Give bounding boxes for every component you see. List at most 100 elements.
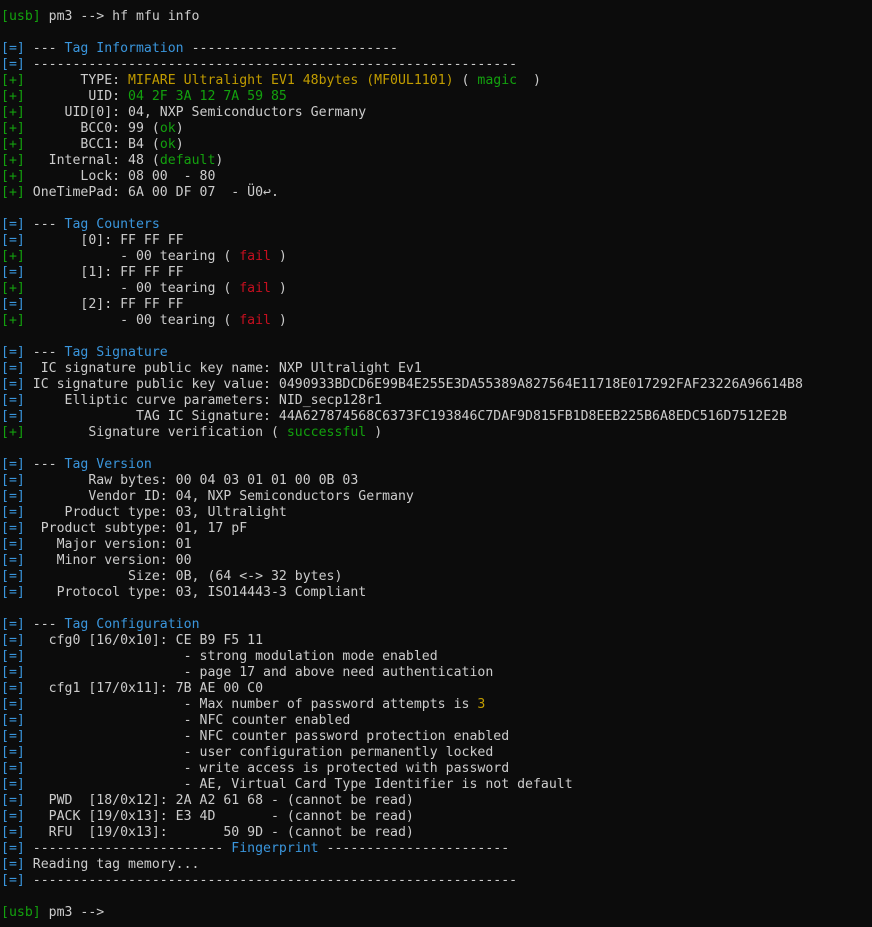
output-line: [=] [0]: FF FF FF (0, 233, 872, 249)
text-segment: - write access is protected with passwor… (24, 761, 510, 776)
text-segment: [=] (1, 473, 25, 488)
text-segment: Tag Signature (64, 345, 168, 360)
text-segment: [=] (1, 393, 25, 408)
text-segment: [+] (1, 425, 25, 440)
output-line: [=] --- Tag Counters (0, 217, 872, 233)
text-segment: [=] (1, 569, 25, 584)
text-segment: [usb] (1, 9, 41, 24)
text-segment: [=] (1, 409, 25, 424)
output-line: [=] Elliptic curve parameters: NID_secp1… (0, 393, 872, 409)
text-segment: Tag Version (64, 457, 152, 472)
text-segment: default (159, 153, 216, 168)
output-line: [=] - Max number of password attempts is… (0, 697, 872, 713)
output-line: [=] Major version: 01 (0, 537, 872, 553)
text-segment: fail (239, 313, 271, 328)
text-segment: [+] (1, 73, 25, 88)
text-segment: [+] (1, 169, 25, 184)
text-segment: - 00 tearing ( (24, 249, 240, 264)
text-segment: [=] (1, 761, 25, 776)
text-segment: - strong modulation mode enabled (24, 649, 438, 664)
text-segment: TAG IC Signature: 44A627874568C6373FC193… (24, 409, 788, 424)
text-segment: TYPE: (24, 73, 129, 88)
output-line: [=] - write access is protected with pas… (0, 761, 872, 777)
text-segment: [=] (1, 793, 25, 808)
output-line: [=] - strong modulation mode enabled (0, 649, 872, 665)
text-segment: IC signature public key value: 0490933BD… (24, 377, 803, 392)
text-segment: Vendor ID: 04, NXP Semiconductors German… (24, 489, 414, 504)
text-segment: pm3 --> (40, 905, 105, 920)
text-segment: Lock: 08 00 - 80 (24, 169, 216, 184)
text-segment: Reading tag memory... (24, 857, 200, 872)
text-segment: [=] (1, 777, 25, 792)
text-segment: [=] (1, 41, 25, 56)
output-line: [=] Size: 0B, (64 <-> 32 bytes) (0, 569, 872, 585)
text-segment: [=] (1, 841, 25, 856)
prompt-line: [usb] pm3 --> (0, 905, 872, 921)
output-line: [=] Reading tag memory... (0, 857, 872, 873)
text-segment: Tag Counters (64, 217, 160, 232)
terminal-window[interactable]: [usb] pm3 --> hf mfu info [=] --- Tag In… (0, 0, 872, 927)
text-segment: Major version: 01 (24, 537, 192, 552)
text-segment: magic (477, 73, 518, 88)
text-segment: [=] (1, 521, 25, 536)
text-segment: -------------------------- (183, 41, 398, 56)
text-segment: ------------------------ (24, 841, 232, 856)
output-line: [+] - 00 tearing ( fail ) (0, 281, 872, 297)
text-segment: fail (239, 281, 271, 296)
text-segment: ) (366, 425, 383, 440)
text-segment: UID[0]: 04, NXP Semiconductors Germany (24, 105, 367, 120)
text-segment: [=] (1, 505, 25, 520)
text-segment: [usb] (1, 905, 41, 920)
text-segment: pm3 --> hf mfu info (40, 9, 200, 24)
text-segment: PACK [19/0x13]: E3 4D - (cannot be read) (24, 809, 414, 824)
output-line: [=] Product type: 03, Ultralight (0, 505, 872, 521)
text-segment: ) (215, 153, 224, 168)
text-segment: Tag Configuration (64, 617, 200, 632)
text-segment: [=] (1, 377, 25, 392)
text-segment: [2]: FF FF FF (24, 297, 184, 312)
output-line: [+] UID: 04 2F 3A 12 7A 59 85 (0, 89, 872, 105)
text-segment: [=] (1, 297, 25, 312)
output-line: [+] BCC1: B4 (ok) (0, 137, 872, 153)
text-segment: IC signature public key name: NXP Ultral… (24, 361, 422, 376)
text-segment: 3 (477, 697, 486, 712)
text-segment: [+] (1, 121, 25, 136)
text-segment: - NFC counter enabled (24, 713, 351, 728)
text-segment: ) (270, 249, 287, 264)
output-line: [=] ------------------------ Fingerprint… (0, 841, 872, 857)
text-segment: Raw bytes: 00 04 03 01 01 00 0B 03 (24, 473, 359, 488)
text-segment: --- (24, 41, 65, 56)
text-segment: [+] (1, 313, 25, 328)
text-segment: successful (286, 425, 367, 440)
output-line: [+] TYPE: MIFARE Ultralight EV1 48bytes … (0, 73, 872, 89)
text-segment: --- (24, 457, 65, 472)
command-line: [usb] pm3 --> hf mfu info (0, 9, 872, 25)
text-segment: Fingerprint (231, 841, 319, 856)
output-line: [+] OneTimePad: 6A 00 DF 07 - Ü0↩. (0, 185, 872, 201)
text-segment: ----------------------- (318, 841, 510, 856)
text-segment: ( (453, 73, 478, 88)
output-line: [=] cfg1 [17/0x11]: 7B AE 00 C0 (0, 681, 872, 697)
text-segment: [=] (1, 457, 25, 472)
text-segment: - NFC counter password protection enable… (24, 729, 510, 744)
text-segment: [=] (1, 489, 25, 504)
output-line: [+] - 00 tearing ( fail ) (0, 249, 872, 265)
text-segment: - AE, Virtual Card Type Identifier is no… (24, 777, 573, 792)
output-line: [=] - user configuration permanently loc… (0, 745, 872, 761)
output-line: [=] --- Tag Information ----------------… (0, 41, 872, 57)
text-segment: [=] (1, 553, 25, 568)
text-segment: PWD [18/0x12]: 2A A2 61 68 - (cannot be … (24, 793, 414, 808)
text-segment: Protocol type: 03, ISO14443-3 Compliant (24, 585, 367, 600)
text-segment: - user configuration permanently locked (24, 745, 494, 760)
text-segment: [1]: FF FF FF (24, 265, 184, 280)
text-segment: ----------------------------------------… (24, 57, 518, 72)
text-segment: - Max number of password attempts is (24, 697, 478, 712)
text-segment: BCC1: B4 ( (24, 137, 160, 152)
text-segment: ) (517, 73, 541, 88)
text-segment: [+] (1, 137, 25, 152)
text-segment: UID: (24, 89, 129, 104)
